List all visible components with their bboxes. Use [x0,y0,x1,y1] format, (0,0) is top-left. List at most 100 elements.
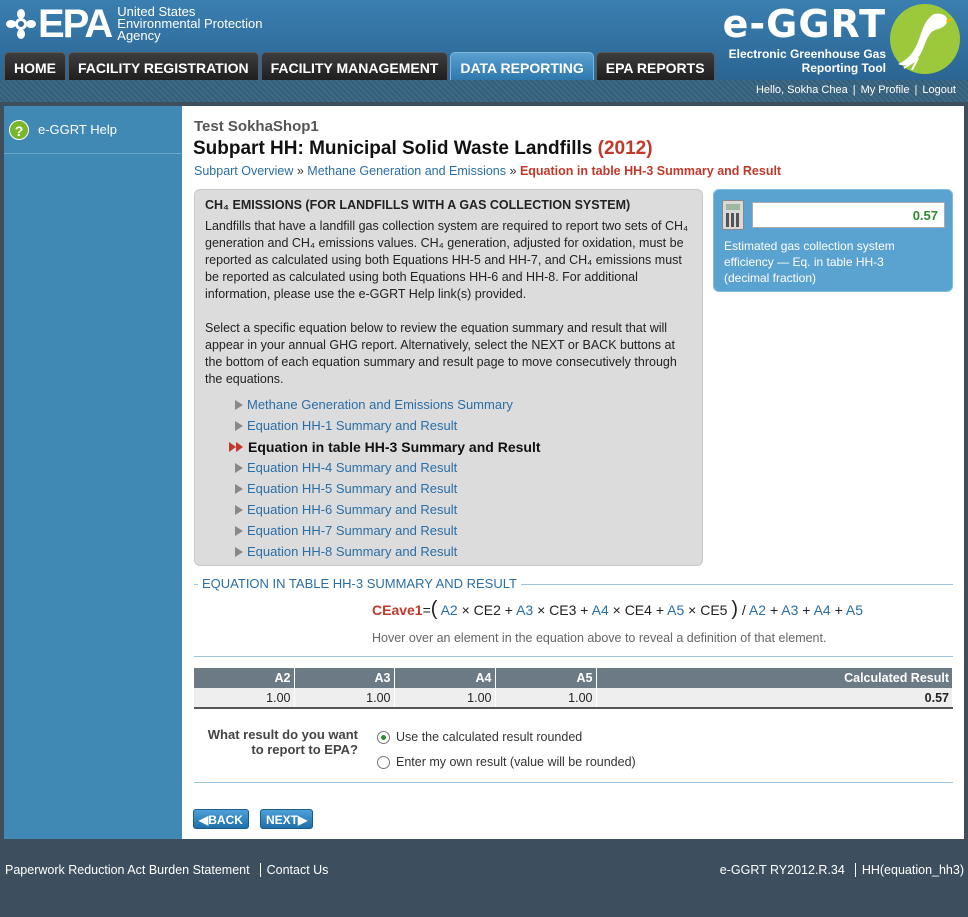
equation-term-ce2[interactable]: × CE2 + [462,602,513,618]
triangle-right-icon [235,399,243,410]
breadcrumb-methane-generation[interactable]: Methane Generation and Emissions [307,164,506,178]
equation-list: Methane Generation and Emissions Summary… [229,394,541,562]
agency-name: United States Environmental Protection A… [117,5,262,43]
equation-link-hh5[interactable]: Equation HH-5 Summary and Result [229,478,541,499]
option-calculated[interactable]: Use the calculated result rounded [377,730,582,744]
contact-us-link[interactable]: Contact Us [267,863,329,877]
back-button[interactable]: ◀BACK [193,809,249,829]
divider [194,782,953,783]
nav-tab-home[interactable]: HOME [4,52,66,80]
equation-term-ce3[interactable]: × CE3 + [537,602,588,618]
triangle-right-icon [235,462,243,473]
equation-link-label[interactable]: Equation HH-6 Summary and Result [247,502,457,517]
nav-tab-facility-registration[interactable]: FACILITY REGISTRATION [68,52,259,80]
equation-link-label[interactable]: Equation HH-8 Summary and Result [247,544,457,559]
epa-wordmark: EPA [38,2,113,46]
calculated-value: 0.57 [752,202,945,228]
breadcrumb-subpart-overview[interactable]: Subpart Overview [194,164,293,178]
my-profile-link[interactable]: My Profile [861,84,910,96]
equation-link-hh8[interactable]: Equation HH-8 Summary and Result [229,541,541,562]
calculated-value-label: Estimated gas collection system efficien… [724,239,895,285]
equation-term-ce4[interactable]: × CE4 + [613,602,664,618]
triangle-right-icon [235,420,243,431]
radio-calculated[interactable] [377,730,390,744]
equation-link-label[interactable]: Methane Generation and Emissions Summary [247,397,513,412]
help-icon: ? [9,119,29,140]
back-arrow-icon: ◀ [199,813,209,827]
sidebar-item-help[interactable]: ? e-GGRT Help [4,106,182,154]
option-own-result[interactable]: Enter my own result (value will be round… [377,755,636,769]
app-subtitle-line-1: Electronic Greenhouse Gas [728,47,886,61]
triangle-right-icon [235,546,243,557]
equation-var-a4[interactable]: A4 [592,602,609,618]
table-row: 1.00 1.00 1.00 1.00 0.57 [194,688,953,709]
equation-denom-a4[interactable]: A4 [814,602,831,618]
info-paragraph-1: Landfills that have a landfill gas colle… [205,219,689,301]
footer-links: Paperwork Reduction Act Burden Statement… [5,863,328,877]
equation-term-ce5[interactable]: × CE5 [688,602,727,618]
table-cell: 1.00 [495,688,597,709]
equation-link-hh7[interactable]: Equation HH-7 Summary and Result [229,520,541,541]
equation-display: CEave1=( A2 × CE2 + A3 × CE3 + A4 × CE4 … [372,598,863,621]
equation-plus: + [769,602,779,618]
divider [194,656,953,657]
footer-version: e-GGRT RY2012.R.34 HH(equation_hh3) [720,863,964,877]
sidebar: ? e-GGRT Help [4,106,182,839]
column-header: Calculated Result [596,668,953,688]
equation-link-label[interactable]: Equation HH-7 Summary and Result [247,523,457,538]
nav-tab-facility-management[interactable]: FACILITY MANAGEMENT [260,52,449,80]
equation-denom-a5[interactable]: A5 [846,602,863,618]
main-nav: HOME FACILITY REGISTRATION FACILITY MANA… [4,52,717,80]
breadcrumb-separator: » [296,164,304,178]
user-bar: Hello, Sokha Chea | My Profile | Logout [0,80,968,102]
nav-tab-data-reporting[interactable]: DATA REPORTING [450,52,594,80]
epa-flower-icon [6,9,36,39]
equation-denom-a2[interactable]: A2 [749,602,766,618]
equation-denom-a3[interactable]: A3 [781,602,798,618]
equation-var-a5[interactable]: A5 [667,602,684,618]
equation-var-a2[interactable]: A2 [441,602,458,618]
column-header: A2 [194,668,295,688]
equation-link-hh1[interactable]: Equation HH-1 Summary and Result [229,415,541,436]
equation-link-hh4[interactable]: Equation HH-4 Summary and Result [229,457,541,478]
user-links: Hello, Sokha Chea | My Profile | Logout [756,84,956,96]
app-subtitle-line-2: Reporting Tool [801,61,886,75]
calculated-result-box: 0.57 Estimated gas collection system eff… [713,189,953,292]
equation-link-hh6[interactable]: Equation HH-6 Summary and Result [229,499,541,520]
logout-link[interactable]: Logout [922,84,956,96]
nav-tab-epa-reports[interactable]: EPA REPORTS [595,52,715,80]
equation-var-a3[interactable]: A3 [516,602,533,618]
equation-plus: + [834,602,843,618]
user-greeting: Hello, Sokha Chea [755,84,848,96]
equation-lhs[interactable]: CEave1 [372,602,423,618]
table-cell: 1.00 [194,688,295,709]
next-button[interactable]: NEXT▶ [260,809,314,829]
calculator-icon [722,200,744,230]
equation-link-label[interactable]: Equation HH-4 Summary and Result [247,460,457,475]
table-cell: 1.00 [294,688,395,709]
facility-name: Test SokhaShop1 [194,118,319,135]
equation-link-label[interactable]: Equation HH-5 Summary and Result [247,481,457,496]
epa-logo[interactable]: EPA United States Environmental Protecti… [6,4,263,44]
user-links-divider: | [852,84,856,96]
equation-link-summary[interactable]: Methane Generation and Emissions Summary [229,394,541,415]
header: EPA United States Environmental Protecti… [0,0,968,80]
equation-current-label: Equation in table HH-3 Summary and Resul… [248,438,541,455]
agency-line-3: Agency [117,28,161,43]
app-name: e-GGRT [722,2,886,46]
info-heading: CH₄ EMISSIONS (FOR LANDFILLS WITH A GAS … [205,198,631,212]
footer-divider [259,863,261,877]
egret-icon [898,13,954,70]
sidebar-item-label: e-GGRT Help [38,122,117,137]
paperwork-link[interactable]: Paperwork Reduction Act Burden Statement [5,863,250,877]
table-cell-calculated-result: 0.57 [596,688,953,709]
equation-open-paren: ( [430,598,438,620]
section-title-text: EQUATION IN TABLE HH-3 SUMMARY AND RESUL… [198,576,521,591]
radio-own-result[interactable] [377,755,390,769]
equation-slash: / [741,602,746,618]
triangle-right-icon [235,483,243,494]
option-label: Use the calculated result rounded [396,730,583,744]
report-question: What result do you want to report to EPA… [207,727,358,757]
table-header-row: A2 A3 A4 A5 Calculated Result [194,668,953,688]
equation-link-label[interactable]: Equation HH-1 Summary and Result [247,418,457,433]
